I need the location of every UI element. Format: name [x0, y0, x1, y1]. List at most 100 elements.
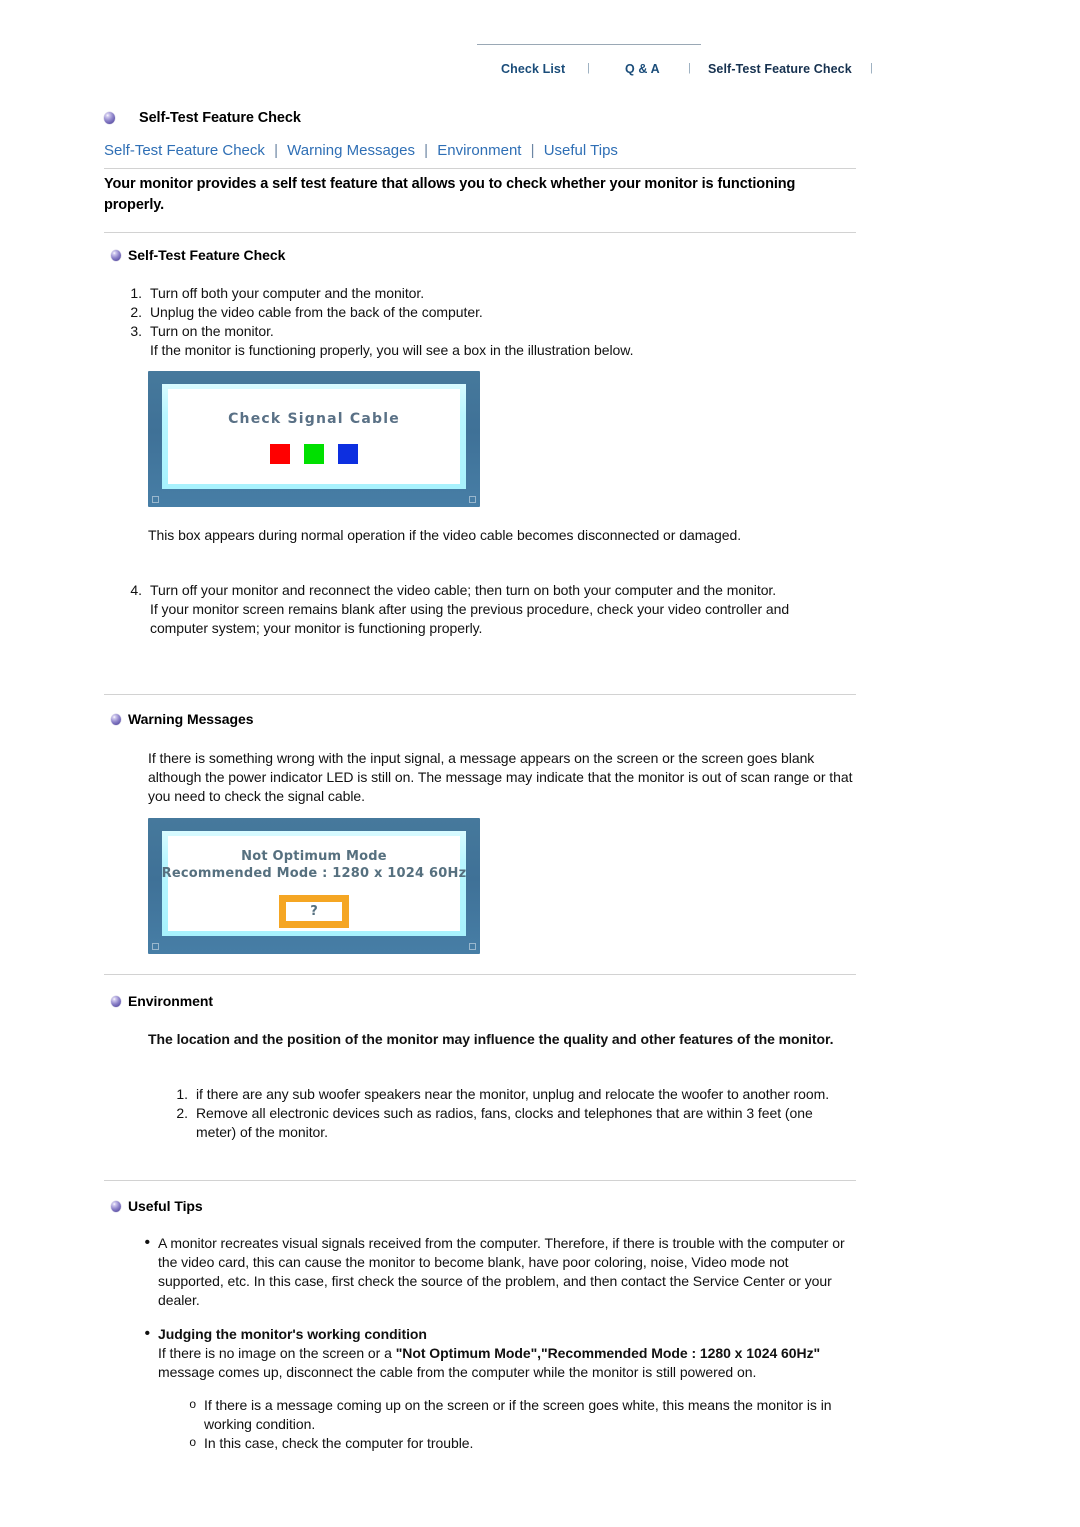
list-marker: 1. — [176, 1086, 188, 1102]
section-heading-label: Useful Tips — [128, 1198, 203, 1214]
monitor-corner-mark-icon — [152, 496, 159, 503]
environment-lead-paragraph: The location and the position of the mon… — [148, 1031, 834, 1047]
judging-subitems-list: o If there is a message coming up on the… — [178, 1396, 858, 1453]
self-test-step-4-list: 4. Turn off your monitor and reconnect t… — [120, 581, 850, 638]
judging-text-part2: message comes up, disconnect the cable f… — [158, 1364, 757, 1381]
environment-items-list: 1. if there are any sub woofer speakers … — [166, 1085, 856, 1142]
list-item: • A monitor recreates visual signals rec… — [130, 1234, 855, 1310]
list-marker-circle-icon: o — [189, 1397, 196, 1411]
list-item-text: if there are any sub woofer speakers nea… — [196, 1086, 830, 1102]
list-item-text: Judging the monitor's working condition … — [158, 1325, 860, 1382]
subnav-link-useful-tips[interactable]: Useful Tips — [544, 142, 618, 159]
divider-above-environment — [104, 974, 856, 975]
list-item: 4. Turn off your monitor and reconnect t… — [120, 581, 850, 638]
top-navigation: Check List | Q & A | Self-Test Feature C… — [477, 44, 877, 84]
list-marker-bullet-icon: • — [144, 1234, 150, 1251]
judging-text-bold: "Not Optimum Mode","Recommended Mode : 1… — [395, 1345, 821, 1362]
swatch-green-icon — [304, 444, 324, 464]
monitor-bezel-glow: Not Optimum Mode Recommended Mode : 1280… — [162, 831, 466, 936]
list-item-main-text: Turn off your monitor and reconnect the … — [150, 582, 777, 598]
list-marker-circle-icon: o — [189, 1435, 196, 1450]
judging-text-part1: If there is no image on the screen or a — [158, 1345, 396, 1362]
divider-above-self-test — [104, 232, 856, 233]
document-page: Check List | Q & A | Self-Test Feature C… — [0, 0, 1080, 1527]
page-title-label: Self-Test Feature Check — [139, 110, 301, 126]
list-item: o In this case, check the computer for t… — [178, 1434, 858, 1453]
useful-tips-list: • A monitor recreates visual signals rec… — [130, 1234, 855, 1310]
list-item-text: Turn off both your computer and the moni… — [150, 285, 425, 301]
topnav-separator: | — [870, 62, 873, 74]
list-item: 1. if there are any sub woofer speakers … — [166, 1085, 856, 1104]
monitor-screen: Check Signal Cable — [168, 389, 460, 484]
list-item: o If there is a message coming up on the… — [178, 1396, 858, 1434]
illustration-not-optimum-mode: Not Optimum Mode Recommended Mode : 1280… — [148, 818, 480, 954]
violet-sphere-bullet-icon — [104, 112, 115, 124]
section-heading-label: Self-Test Feature Check — [128, 247, 286, 263]
list-item: 3. Turn on the monitor. If the monitor i… — [120, 322, 850, 360]
section-heading-label: Warning Messages — [128, 711, 254, 727]
topnav-separator: | — [587, 62, 590, 74]
divider-above-useful-tips — [104, 1180, 856, 1181]
monitor-corner-mark-icon — [469, 496, 476, 503]
self-test-steps-list: 1. Turn off both your computer and the m… — [120, 284, 850, 360]
list-item-text: A monitor recreates visual signals recei… — [158, 1235, 845, 1309]
list-marker: 1. — [130, 285, 142, 301]
subnav-link-environment[interactable]: Environment — [437, 142, 521, 159]
warning-messages-paragraph: If there is something wrong with the inp… — [148, 750, 853, 805]
divider-under-subnav — [104, 168, 856, 169]
page-title: Self-Test Feature Check — [104, 110, 301, 126]
monitor-corner-mark-icon — [469, 943, 476, 950]
violet-sphere-bullet-icon — [111, 713, 121, 725]
topnav-separator: | — [688, 62, 691, 74]
rgb-color-swatches — [270, 444, 358, 464]
swatch-blue-icon — [338, 444, 358, 464]
list-item: 1. Turn off both your computer and the m… — [120, 284, 850, 303]
paragraph-after-illustration: This box appears during normal operation… — [148, 527, 742, 543]
list-marker: 4. — [130, 582, 142, 598]
osd-message-check-signal-cable: Check Signal Cable — [228, 411, 400, 427]
list-item-extra-text: If the monitor is functioning properly, … — [150, 342, 634, 359]
list-marker: 3. — [130, 323, 142, 340]
list-item-extra-text: If your monitor screen remains blank aft… — [150, 601, 790, 637]
subnav-link-self-test-feature-check[interactable]: Self-Test Feature Check — [104, 142, 265, 159]
divider-above-warning-messages — [104, 694, 856, 695]
judging-condition-title: Judging the monitor's working condition — [158, 1326, 427, 1342]
swatch-red-icon — [270, 444, 290, 464]
subnav-link-warning-messages[interactable]: Warning Messages — [287, 142, 415, 159]
subnav-separator: | — [530, 142, 535, 159]
list-marker: 2. — [130, 304, 142, 321]
list-item: • Judging the monitor's working conditio… — [130, 1325, 860, 1382]
list-item-text: Turn off your monitor and reconnect the … — [150, 581, 850, 638]
list-item-text: Remove all electronic devices such as ra… — [196, 1105, 813, 1141]
list-marker-bullet-icon: • — [144, 1325, 150, 1342]
section-subnav: Self-Test Feature Check | Warning Messag… — [104, 142, 618, 159]
topnav-item-self-test-feature-check[interactable]: Self-Test Feature Check — [708, 62, 852, 76]
list-marker: 2. — [176, 1105, 188, 1122]
list-item-text: In this case, check the computer for tro… — [204, 1435, 474, 1452]
list-item-text: If there is a message coming up on the s… — [204, 1397, 832, 1433]
topnav-item-check-list[interactable]: Check List — [501, 62, 565, 76]
subnav-separator: | — [424, 142, 429, 159]
illustration-check-signal-cable: Check Signal Cable — [148, 371, 480, 507]
list-item: 2. Remove all electronic devices such as… — [166, 1104, 856, 1142]
topnav-divider-rule — [477, 44, 701, 45]
section-heading-label: Environment — [128, 993, 214, 1009]
osd-question-mark-box: ? — [279, 895, 349, 928]
topnav-item-q-and-a[interactable]: Q & A — [625, 62, 660, 76]
section-heading-warning-messages: Warning Messages — [111, 711, 254, 727]
violet-sphere-bullet-icon — [111, 995, 121, 1007]
section-heading-useful-tips: Useful Tips — [111, 1198, 203, 1214]
monitor-bezel-glow: Check Signal Cable — [162, 384, 466, 489]
judging-condition-block: • Judging the monitor's working conditio… — [130, 1325, 860, 1382]
monitor-corner-mark-icon — [152, 943, 159, 950]
list-item-text: Unplug the video cable from the back of … — [150, 304, 483, 321]
osd-message-recommended-mode: Recommended Mode : 1280 x 1024 60Hz — [161, 866, 467, 881]
violet-sphere-bullet-icon — [111, 249, 121, 261]
violet-sphere-bullet-icon — [111, 1200, 121, 1212]
osd-message-not-optimum-mode: Not Optimum Mode — [241, 849, 387, 864]
list-item-text: Turn on the monitor. If the monitor is f… — [150, 322, 850, 360]
lead-paragraph: Your monitor provides a self test featur… — [104, 176, 796, 213]
judging-condition-body: If there is no image on the screen or a … — [158, 1345, 820, 1380]
subnav-separator: | — [274, 142, 278, 159]
list-item-main-text: Turn on the monitor. — [150, 323, 274, 340]
